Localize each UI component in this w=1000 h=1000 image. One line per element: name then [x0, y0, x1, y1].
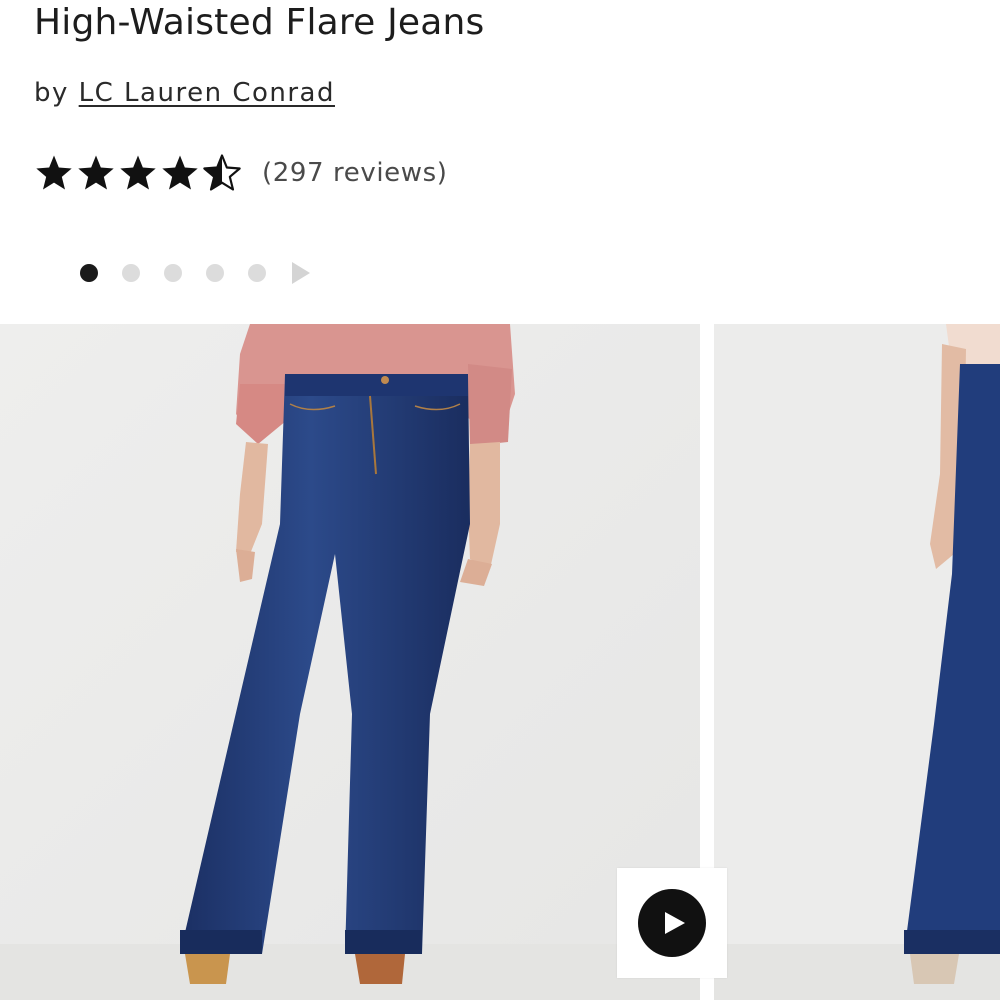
carousel-dot-2[interactable] — [122, 264, 140, 282]
product-title: High-Waisted Flare Jeans — [34, 2, 485, 43]
star-half-icon — [203, 154, 241, 191]
product-rating[interactable]: (297 reviews) — [34, 152, 448, 194]
brand-link[interactable]: LC Lauren Conrad — [79, 78, 335, 108]
gallery-slide-side[interactable] — [714, 324, 1000, 1000]
carousel-dot-3[interactable] — [164, 264, 182, 282]
product-photo-front — [0, 324, 700, 1000]
play-icon — [664, 912, 685, 934]
by-prefix: by — [34, 78, 69, 108]
carousel-dot-5[interactable] — [248, 264, 266, 282]
brand-byline: by LC Lauren Conrad — [34, 78, 335, 108]
carousel-dot-4[interactable] — [206, 264, 224, 282]
carousel-pagination — [80, 258, 312, 288]
review-count-link[interactable]: (297 reviews) — [262, 158, 448, 188]
star-full-icon — [78, 155, 114, 190]
carousel-dot-1[interactable] — [80, 264, 98, 282]
play-button-circle — [638, 889, 706, 957]
star-full-icon — [120, 155, 156, 190]
triangle-right-icon[interactable] — [290, 259, 312, 287]
product-photo-side — [714, 324, 1000, 1000]
star-rating — [34, 153, 242, 193]
gallery-slide-front[interactable] — [0, 324, 700, 1000]
star-full-icon — [162, 155, 198, 190]
play-video-button[interactable] — [617, 868, 727, 978]
star-full-icon — [36, 155, 72, 190]
product-image-gallery[interactable] — [0, 324, 1000, 1000]
